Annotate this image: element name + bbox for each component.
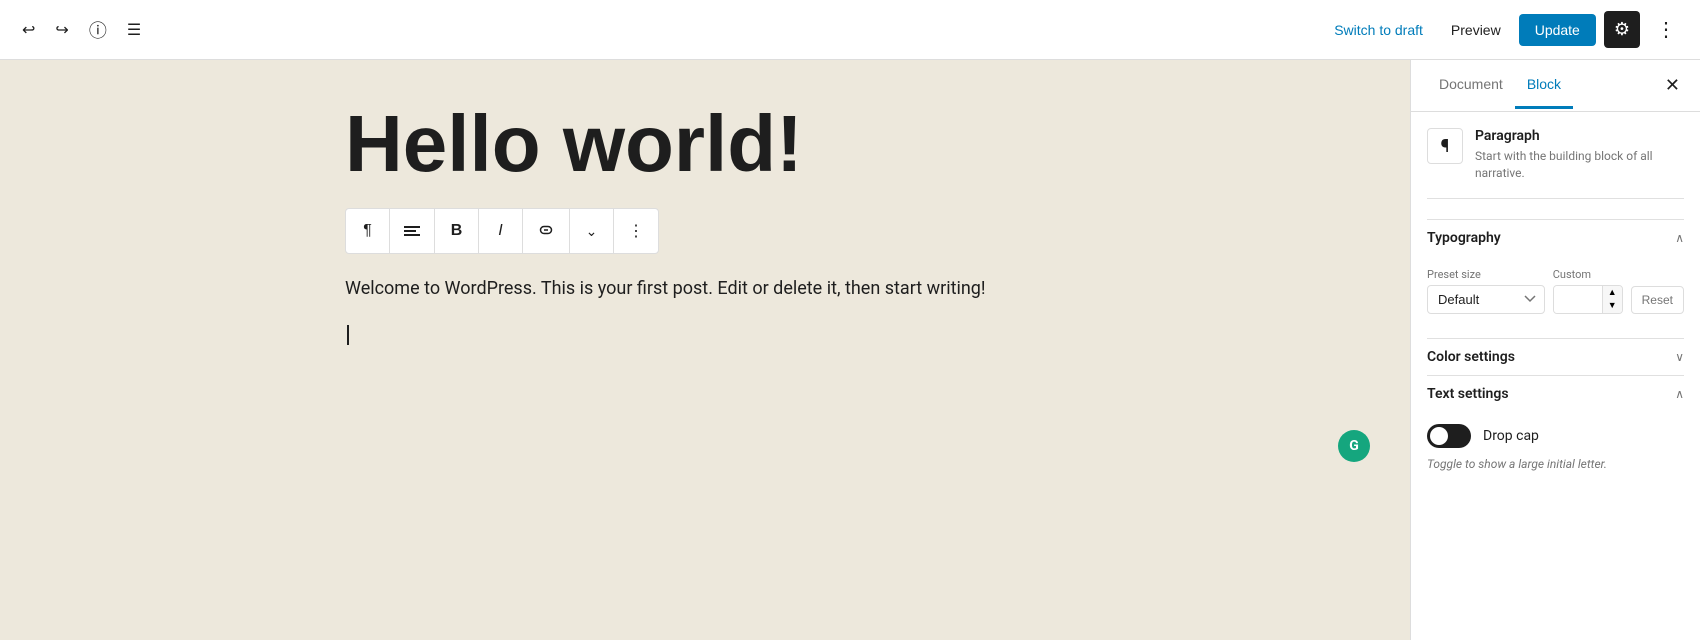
top-bar: ↩ ↪ ⓘ ☰ Switch to draft Preview Update ⚙… xyxy=(0,0,1700,60)
text-settings-chevron-up-icon: ∧ xyxy=(1675,387,1684,401)
color-settings-header[interactable]: Color settings ∨ xyxy=(1427,338,1684,375)
preset-group: Preset size Default Small Medium Large E… xyxy=(1427,268,1545,314)
options-button[interactable]: ⋮ xyxy=(614,209,658,253)
text-settings-controls: Drop cap Toggle to show a large initial … xyxy=(1427,412,1684,485)
more-options-button[interactable]: ⋮ xyxy=(1648,11,1684,48)
text-settings-section: Text settings ∧ Drop cap Toggle to show … xyxy=(1427,375,1684,485)
preview-button[interactable]: Preview xyxy=(1441,16,1511,44)
undo-icon: ↩ xyxy=(22,20,35,40)
cursor-area[interactable] xyxy=(345,325,1065,345)
color-settings-chevron-down-icon: ∨ xyxy=(1675,350,1684,364)
preset-size-select[interactable]: Default Small Medium Large Extra Large xyxy=(1427,285,1545,314)
editor-area: Hello world! ¶ B I xyxy=(0,60,1410,640)
toggle-slider xyxy=(1427,424,1471,448)
undo-button[interactable]: ↩ xyxy=(16,14,41,46)
post-title[interactable]: Hello world! xyxy=(345,100,1065,188)
stepper-down-button[interactable]: ▼ xyxy=(1603,299,1622,313)
close-sidebar-button[interactable]: ✕ xyxy=(1661,71,1684,100)
block-type-info: Paragraph Start with the building block … xyxy=(1475,128,1684,182)
sidebar-tabs: Document Block xyxy=(1427,62,1573,109)
redo-icon: ↪ xyxy=(55,20,68,40)
preset-label: Preset size xyxy=(1427,268,1545,281)
info-button[interactable]: ⓘ xyxy=(83,11,113,49)
typography-label: Typography xyxy=(1427,230,1501,246)
info-icon: ⓘ xyxy=(89,17,107,43)
update-button[interactable]: Update xyxy=(1519,14,1596,46)
top-bar-left: ↩ ↪ ⓘ ☰ xyxy=(16,11,147,49)
typography-chevron-up-icon: ∧ xyxy=(1675,231,1684,245)
paragraph-format-button[interactable]: ¶ xyxy=(346,209,390,253)
tab-document[interactable]: Document xyxy=(1427,62,1515,109)
typography-section-header[interactable]: Typography ∧ xyxy=(1427,219,1684,256)
block-type-description: Start with the building block of all nar… xyxy=(1475,148,1684,182)
reset-button[interactable]: Reset xyxy=(1631,286,1684,314)
drop-cap-label: Drop cap xyxy=(1483,428,1539,444)
settings-button[interactable]: ⚙ xyxy=(1604,11,1640,48)
chevron-down-icon: ⌄ xyxy=(586,223,598,240)
italic-button[interactable]: I xyxy=(479,209,523,253)
grammarly-icon: G xyxy=(1349,438,1359,454)
sidebar-content: ¶ Paragraph Start with the building bloc… xyxy=(1411,112,1700,500)
align-left-icon xyxy=(404,226,420,236)
list-view-button[interactable]: ☰ xyxy=(121,14,147,46)
custom-label: Custom xyxy=(1553,268,1623,281)
italic-icon: I xyxy=(498,222,502,240)
main-area: Hello world! ¶ B I xyxy=(0,60,1700,640)
stepper-up-button[interactable]: ▲ xyxy=(1603,286,1622,300)
more-options-icon: ⋮ xyxy=(1656,19,1676,41)
text-settings-label: Text settings xyxy=(1427,386,1509,402)
sidebar-header: Document Block ✕ xyxy=(1411,60,1700,112)
custom-size-input[interactable] xyxy=(1554,286,1602,313)
top-bar-right: Switch to draft Preview Update ⚙ ⋮ xyxy=(1324,11,1684,48)
bold-button[interactable]: B xyxy=(435,209,479,253)
block-type-icon: ¶ xyxy=(1427,128,1463,164)
format-toolbar: ¶ B I xyxy=(345,208,659,254)
settings-icon: ⚙ xyxy=(1614,19,1630,40)
preset-custom-row: Preset size Default Small Medium Large E… xyxy=(1427,268,1684,314)
redo-button[interactable]: ↪ xyxy=(49,14,74,46)
options-icon: ⋮ xyxy=(628,221,644,241)
drop-cap-toggle[interactable] xyxy=(1427,424,1471,448)
link-button[interactable] xyxy=(523,209,570,253)
text-cursor xyxy=(347,325,349,345)
editor-content: Hello world! ¶ B I xyxy=(345,100,1065,345)
switch-to-draft-button[interactable]: Switch to draft xyxy=(1324,16,1433,44)
link-icon xyxy=(537,223,555,239)
text-settings-header[interactable]: Text settings ∧ xyxy=(1427,375,1684,412)
tab-block[interactable]: Block xyxy=(1515,62,1573,109)
stepper-buttons: ▲ ▼ xyxy=(1602,286,1622,313)
align-left-button[interactable] xyxy=(390,209,435,253)
post-body[interactable]: Welcome to WordPress. This is your first… xyxy=(345,274,1025,305)
block-type-header: ¶ Paragraph Start with the building bloc… xyxy=(1427,128,1684,199)
color-settings-label: Color settings xyxy=(1427,349,1515,365)
list-view-icon: ☰ xyxy=(127,20,141,40)
typography-controls: Preset size Default Small Medium Large E… xyxy=(1427,256,1684,338)
drop-cap-row: Drop cap xyxy=(1427,424,1684,448)
bold-icon: B xyxy=(451,222,463,240)
color-settings-section: Color settings ∨ xyxy=(1427,338,1684,375)
close-icon: ✕ xyxy=(1665,75,1680,96)
custom-group: Custom ▲ ▼ xyxy=(1553,268,1623,314)
block-type-name: Paragraph xyxy=(1475,128,1684,144)
sidebar: Document Block ✕ ¶ Paragraph Start with … xyxy=(1410,60,1700,640)
custom-input-wrapper: ▲ ▼ xyxy=(1553,285,1623,314)
drop-cap-hint: Toggle to show a large initial letter. xyxy=(1427,456,1684,473)
grammarly-badge[interactable]: G xyxy=(1338,430,1370,462)
typography-section: Typography ∧ Preset size Default Small M… xyxy=(1427,219,1684,338)
paragraph-icon: ¶ xyxy=(363,222,372,240)
more-rich-text-controls-button[interactable]: ⌄ xyxy=(570,209,614,253)
